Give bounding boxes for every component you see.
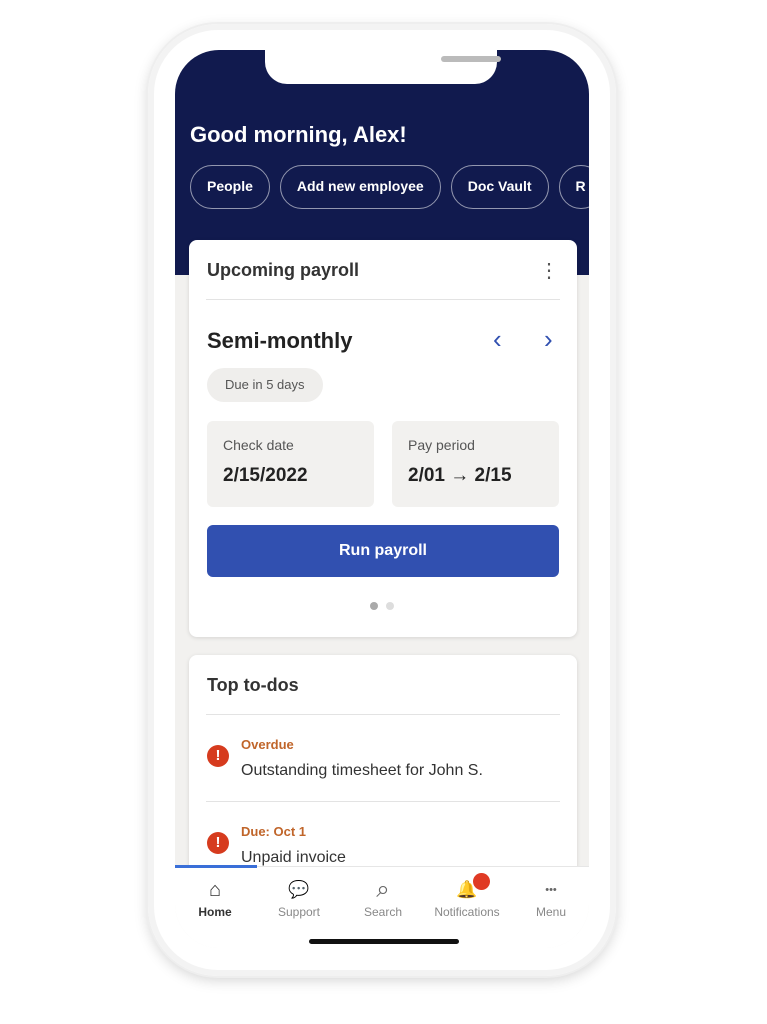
app-screen: Good morning, Alex! People Add new emplo… <box>175 50 589 948</box>
support-icon: 💬 <box>288 880 310 899</box>
todo-status: Due: Oct 1 <box>241 824 307 839</box>
nav-search[interactable]: ⌕ Search <box>343 875 423 919</box>
alert-icon: ! <box>207 832 229 854</box>
notch <box>265 50 501 84</box>
todo-status: Overdue <box>241 737 294 752</box>
nav-label: Home <box>198 905 232 919</box>
nav-notifications[interactable]: 🔔 Notifications <box>427 873 507 919</box>
bottom-nav: ⌂ Home 💬 Support ⌕ Search 🔔 Notifications ••… <box>175 865 589 948</box>
more-vert-icon[interactable]: ⋮ <box>539 258 559 283</box>
nav-label: Menu <box>535 905 567 919</box>
chip-doc-vault[interactable]: Doc Vault <box>450 165 549 209</box>
bell-icon: 🔔 <box>427 873 507 905</box>
divider <box>206 801 560 802</box>
pay-period-value: 2/01 → 2/15 <box>408 465 512 486</box>
pay-period-tile: Pay period 2/01 → 2/15 <box>392 421 559 507</box>
home-indicator <box>309 939 459 944</box>
chip-more[interactable]: R <box>558 165 589 209</box>
chip-people[interactable]: People <box>190 165 270 209</box>
greeting: Good morning, Alex! <box>190 122 407 147</box>
search-icon: ⌕ <box>376 876 390 903</box>
page-dot-active[interactable] <box>370 602 378 610</box>
speaker <box>441 56 501 62</box>
divider <box>206 299 560 300</box>
todos-title: Top to-dos <box>207 675 299 695</box>
active-tab-indicator <box>175 865 257 868</box>
check-date-tile: Check date 2/15/2022 <box>207 421 374 507</box>
check-date-label: Check date <box>223 437 294 453</box>
alert-icon: ! <box>207 745 229 767</box>
chevron-left-icon[interactable]: ‹ <box>493 324 502 355</box>
divider <box>206 714 560 715</box>
chip-add-employee[interactable]: Add new employee <box>279 165 441 209</box>
nav-home[interactable]: ⌂ Home <box>175 875 255 919</box>
todo-text: Outstanding timesheet for John S. <box>241 762 483 779</box>
nav-label: Search <box>363 905 403 919</box>
run-payroll-button[interactable]: Run payroll <box>207 525 559 577</box>
nav-menu[interactable]: ••• Menu <box>511 875 589 919</box>
payroll-card: Upcoming payroll ⋮ Semi-monthly ‹ › Due … <box>189 240 577 637</box>
more-icon: ••• <box>545 884 557 896</box>
check-date-value: 2/15/2022 <box>223 465 308 486</box>
nav-support[interactable]: 💬 Support <box>259 875 339 919</box>
nav-label: Notifications <box>434 905 500 919</box>
notification-badge <box>473 873 490 890</box>
chevron-right-icon[interactable]: › <box>544 324 553 355</box>
due-badge: Due in 5 days <box>207 368 323 402</box>
pay-period-label: Pay period <box>408 437 475 453</box>
home-icon: ⌂ <box>208 879 222 901</box>
page-dot[interactable] <box>386 602 394 610</box>
payroll-title: Upcoming payroll <box>207 260 360 280</box>
quick-actions: People Add new employee Doc Vault R <box>190 165 589 209</box>
payroll-frequency: Semi-monthly <box>207 328 353 353</box>
nav-label: Support <box>277 905 321 919</box>
